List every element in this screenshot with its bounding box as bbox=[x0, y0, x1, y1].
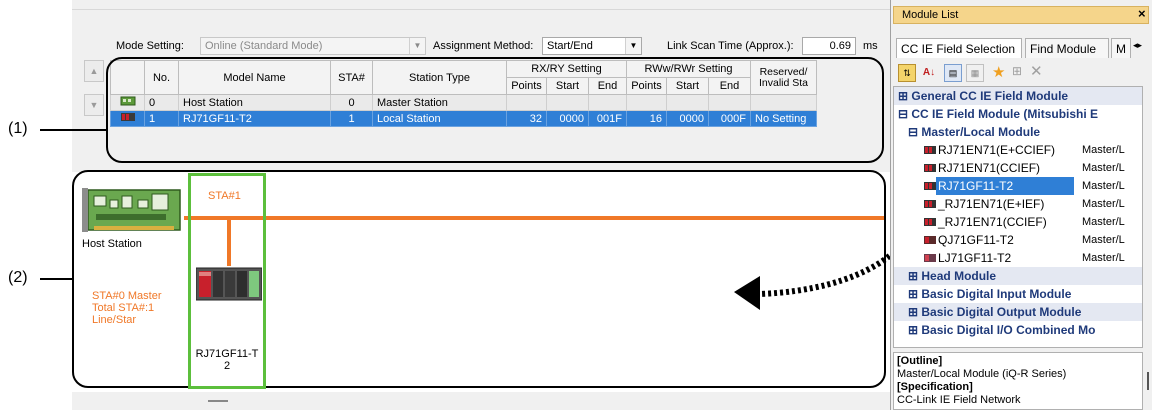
module-label-line2: 2 bbox=[223, 360, 231, 372]
station-number-tag: STA#1 bbox=[208, 190, 241, 202]
move-down-button[interactable]: ▼ bbox=[84, 94, 104, 116]
sort-az-icon[interactable]: A↓ bbox=[920, 64, 938, 82]
chevron-down-icon: ▼ bbox=[625, 38, 641, 54]
outline-scrollbar[interactable] bbox=[1147, 372, 1149, 390]
tree-category-general-label: General CC IE Field Module bbox=[911, 89, 1069, 103]
callout-1: (1) bbox=[8, 120, 28, 137]
module-icon bbox=[924, 200, 936, 208]
tab-find-module[interactable]: Find Module bbox=[1025, 38, 1109, 58]
tab-more[interactable]: M bbox=[1111, 38, 1131, 58]
module-icon bbox=[924, 164, 936, 172]
module-label-line1: RJ71GF11-T bbox=[195, 348, 259, 360]
list-item-selected[interactable]: RJ71GF11-T2 Master/L bbox=[894, 177, 1142, 195]
top-edge bbox=[72, 0, 890, 10]
mode-setting-value: Online (Standard Mode) bbox=[205, 40, 323, 52]
list-item[interactable]: _RJ71EN71(CCIEF) Master/L bbox=[894, 213, 1142, 231]
plc-rack-icon bbox=[195, 267, 263, 301]
list-item-type: Master/L bbox=[1082, 144, 1125, 156]
tree-category-output-label: Basic Digital Output Module bbox=[921, 305, 1082, 319]
tree-category-input[interactable]: ⊞ Basic Digital Input Module bbox=[894, 285, 1142, 303]
tab-scroll-icons[interactable]: ◂▸ bbox=[1133, 40, 1142, 51]
list-item-name: RJ71GF11-T2 bbox=[936, 177, 1074, 195]
host-station-node[interactable] bbox=[80, 186, 182, 234]
module-list-title: Module List bbox=[902, 9, 959, 21]
master-info-line3: Line/Star bbox=[92, 314, 137, 326]
list-item-name: RJ71EN71(E+CCIEF) bbox=[938, 143, 1056, 157]
tree-category-head[interactable]: ⊞ Head Module bbox=[894, 267, 1142, 285]
assignment-method-label: Assignment Method: bbox=[433, 40, 534, 52]
add-favorite-icon[interactable]: ⊞ bbox=[1012, 64, 1022, 78]
module-list-title-bar: Module List bbox=[893, 6, 1149, 24]
tree-category-general[interactable]: ⊞ General CC IE Field Module bbox=[894, 87, 1142, 105]
link-scan-time-label: Link Scan Time (Approx.): bbox=[667, 40, 794, 52]
module-outline-pane: [Outline] Master/Local Module (iQ-R Seri… bbox=[893, 352, 1143, 410]
callout-1-outline bbox=[106, 57, 884, 163]
list-item-name: LJ71GF11-T2 bbox=[938, 251, 1012, 265]
list-item-name: QJ71GF11-T2 bbox=[938, 233, 1014, 247]
list-item[interactable]: LJ71GF11-T2 Master/L bbox=[894, 249, 1142, 267]
list-item[interactable]: _RJ71EN71(E+IEF) Master/L bbox=[894, 195, 1142, 213]
list-item-type: Master/L bbox=[1082, 198, 1125, 210]
spec-title: [Specification] bbox=[897, 381, 973, 393]
station-drop-line bbox=[227, 220, 231, 266]
horizontal-scroll-thumb[interactable] bbox=[208, 400, 228, 402]
list-item[interactable]: QJ71GF11-T2 Master/L bbox=[894, 231, 1142, 249]
chevron-down-icon: ▼ bbox=[409, 38, 425, 54]
module-list-toolbar: ⇅ A↓ ▤ ▦ ★ ⊞ ✕ bbox=[896, 62, 1144, 84]
tree-category-head-label: Head Module bbox=[921, 269, 997, 283]
outline-text: Master/Local Module (iQ-R Series) bbox=[897, 368, 1067, 380]
tree-category-mitsubishi-label: CC IE Field Module (Mitsubishi E bbox=[911, 107, 1099, 121]
link-scan-time-unit: ms bbox=[863, 40, 878, 52]
master-info-line1: STA#0 Master bbox=[92, 290, 162, 302]
callout-1-leader bbox=[40, 129, 106, 131]
list-item-type: Master/L bbox=[1082, 252, 1125, 264]
master-info-line2: Total STA#:1 bbox=[92, 302, 155, 314]
tree-category-mitsubishi[interactable]: ⊟ CC IE Field Module (Mitsubishi E bbox=[894, 105, 1142, 123]
move-up-button[interactable]: ▲ bbox=[84, 60, 104, 82]
link-scan-time-value: 0.69 bbox=[802, 37, 856, 55]
tree-category-input-label: Basic Digital Input Module bbox=[921, 287, 1072, 301]
module-icon bbox=[924, 254, 936, 262]
assignment-method-select[interactable]: Start/End ▼ bbox=[542, 37, 642, 55]
module-icon bbox=[924, 218, 936, 226]
callout-2-leader bbox=[40, 278, 76, 280]
star-icon[interactable]: ★ bbox=[992, 63, 1005, 81]
mode-setting-label: Mode Setting: bbox=[116, 40, 184, 52]
host-station-card-icon bbox=[82, 188, 181, 232]
tree-category-output[interactable]: ⊞ Basic Digital Output Module bbox=[894, 303, 1142, 321]
list-item-type: Master/L bbox=[1082, 162, 1125, 174]
assignment-method-value: Start/End bbox=[547, 40, 593, 52]
host-station-label: Host Station bbox=[82, 238, 142, 250]
spec-text: CC-Link IE Field Network bbox=[897, 394, 1021, 406]
master-info: STA#0 Master Total STA#:1 Line/Star bbox=[92, 290, 162, 326]
outline-title: [Outline] bbox=[897, 355, 943, 367]
list-item[interactable]: RJ71EN71(CCIEF) Master/L bbox=[894, 159, 1142, 177]
tree-category-io-label: Basic Digital I/O Combined Mo bbox=[921, 323, 1096, 337]
delete-icon[interactable]: ✕ bbox=[1030, 62, 1043, 80]
list-item-type: Master/L bbox=[1082, 216, 1125, 228]
sort-icon[interactable]: ⇅ bbox=[898, 64, 916, 82]
tree-category-io[interactable]: ⊞ Basic Digital I/O Combined Mo bbox=[894, 321, 1142, 339]
expand-icon[interactable]: ▤ bbox=[944, 64, 962, 82]
module-icon bbox=[924, 182, 936, 190]
list-item[interactable]: RJ71EN71(E+CCIEF) Master/L bbox=[894, 141, 1142, 159]
collapse-icon[interactable]: ▦ bbox=[966, 64, 984, 82]
list-item-name: _RJ71EN71(E+IEF) bbox=[938, 197, 1045, 211]
list-item-type: Master/L bbox=[1082, 180, 1125, 192]
rj71gf11-module-node[interactable] bbox=[195, 266, 263, 302]
list-item-name: RJ71EN71(CCIEF) bbox=[938, 161, 1041, 175]
mode-setting-select[interactable]: Online (Standard Mode) ▼ bbox=[200, 37, 426, 55]
list-item-name: _RJ71EN71(CCIEF) bbox=[938, 215, 1047, 229]
tree-category-master-local[interactable]: ⊟ Master/Local Module bbox=[894, 123, 1142, 141]
callout-2: (2) bbox=[8, 269, 28, 286]
module-label: RJ71GF11-T 2 bbox=[190, 348, 264, 372]
module-icon bbox=[924, 146, 936, 154]
list-item-type: Master/L bbox=[1082, 234, 1125, 246]
module-icon bbox=[924, 236, 936, 244]
module-tree: ⊞ General CC IE Field Module ⊟ CC IE Fie… bbox=[893, 86, 1143, 348]
tree-category-master-local-label: Master/Local Module bbox=[921, 125, 1041, 139]
tab-cc-ie-field-selection[interactable]: CC IE Field Selection bbox=[896, 38, 1022, 58]
close-icon[interactable]: × bbox=[1138, 6, 1146, 21]
